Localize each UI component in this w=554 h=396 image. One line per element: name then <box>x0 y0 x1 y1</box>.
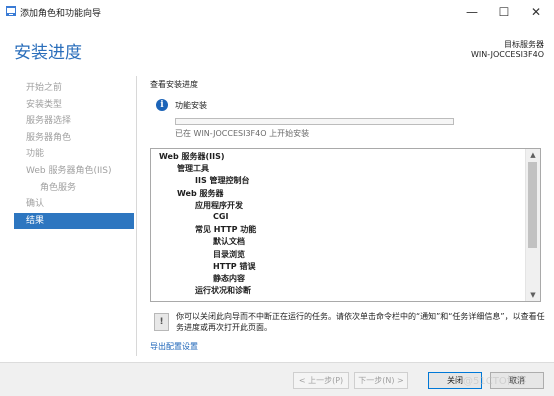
export-configuration-link[interactable]: 导出配置设置 <box>150 341 198 352</box>
nav-item-before-you-begin: 开始之前 <box>26 83 63 93</box>
notification-icon: ! <box>154 313 169 331</box>
feature-tree-item: Web 服务器 <box>177 188 224 198</box>
wizard-nav: 开始之前 安装类型 服务器选择 服务器角色 功能 Web 服务器角色(IIS) … <box>14 80 134 230</box>
feature-list: Web 服务器(IIS) 管理工具 IIS 管理控制台 Web 服务器应用程序开发 CG… <box>151 149 525 301</box>
feature-tree-item: CGI <box>213 212 229 221</box>
target-server-name: WIN-JOCCESI3F4O <box>471 50 544 59</box>
feature-tree-item: 应用程序开发 <box>195 200 243 210</box>
scroll-down-arrow-icon[interactable]: ▼ <box>526 289 540 301</box>
info-icon: i <box>156 99 168 111</box>
nav-item-features: 功能 <box>26 149 45 160</box>
feature-tree-item: Web 服务器(IIS) <box>159 152 225 161</box>
nav-item-web-server-role: Web 服务器角色(IIS) <box>26 165 112 176</box>
close-button[interactable]: 关闭 <box>428 372 482 389</box>
feature-tree-item: IIS 管理控制台 <box>195 176 250 186</box>
wizard-app-icon <box>6 6 16 16</box>
title-bar: 添加角色和功能向导 — ☐ ✕ <box>0 0 554 24</box>
feature-tree-item: 常见 HTTP 功能 <box>195 225 257 235</box>
feature-tree-item: 静态内容 <box>213 274 245 283</box>
section-label: 查看安装进度 <box>150 80 198 89</box>
feature-tree-item: 目录浏览 <box>213 249 245 259</box>
scroll-thumb[interactable] <box>528 162 537 248</box>
install-progress-bar <box>175 118 454 125</box>
feature-list-box[interactable]: Web 服务器(IIS) 管理工具 IIS 管理控制台 Web 服务器应用程序开发 CG… <box>150 148 541 302</box>
close-window-button[interactable]: ✕ <box>518 0 554 24</box>
feature-tree-item: HTTP 错误 <box>213 261 256 271</box>
install-status-text: 已在 WIN-JOCCESI3F4O 上开始安装 <box>175 129 310 138</box>
maximize-button[interactable]: ☐ <box>486 0 522 24</box>
feature-tree-item: 运行状况和诊断 <box>195 286 251 296</box>
vertical-scrollbar[interactable]: ▲ ▼ <box>525 149 540 301</box>
scroll-up-arrow-icon[interactable]: ▲ <box>526 149 540 161</box>
nav-item-server-roles: 服务器角色 <box>26 132 72 143</box>
nav-item-confirmation: 确认 <box>26 199 45 210</box>
target-server-label: 目标服务器 <box>504 40 544 49</box>
next-button[interactable]: 下一步(N) > <box>354 372 408 389</box>
previous-button[interactable]: < 上一步(P) <box>293 372 349 389</box>
nav-item-role-services: 角色服务 <box>40 182 77 193</box>
cancel-button[interactable]: 取消 <box>490 372 544 389</box>
nav-item-installation-type: 安装类型 <box>26 99 63 110</box>
install-label: 功能安装 <box>175 101 207 110</box>
feature-tree-item: 默认文档 <box>213 237 245 247</box>
window-title: 添加角色和功能向导 <box>20 9 102 19</box>
minimize-button[interactable]: — <box>454 0 490 24</box>
wizard-header: 安装进度 目标服务器 WIN-JOCCESI3F4O <box>0 24 554 72</box>
nav-item-server-selection: 服务器选择 <box>26 116 72 127</box>
feature-tree-item: 管理工具 <box>177 164 209 174</box>
note-text: 你可以关闭此向导而不中断正在运行的任务。请依次单击命令栏中的“通知”和“任务详细… <box>176 312 545 332</box>
page-title: 安装进度 <box>14 43 82 63</box>
nav-item-results[interactable]: 结果 <box>14 212 134 230</box>
nav-divider <box>136 76 137 356</box>
